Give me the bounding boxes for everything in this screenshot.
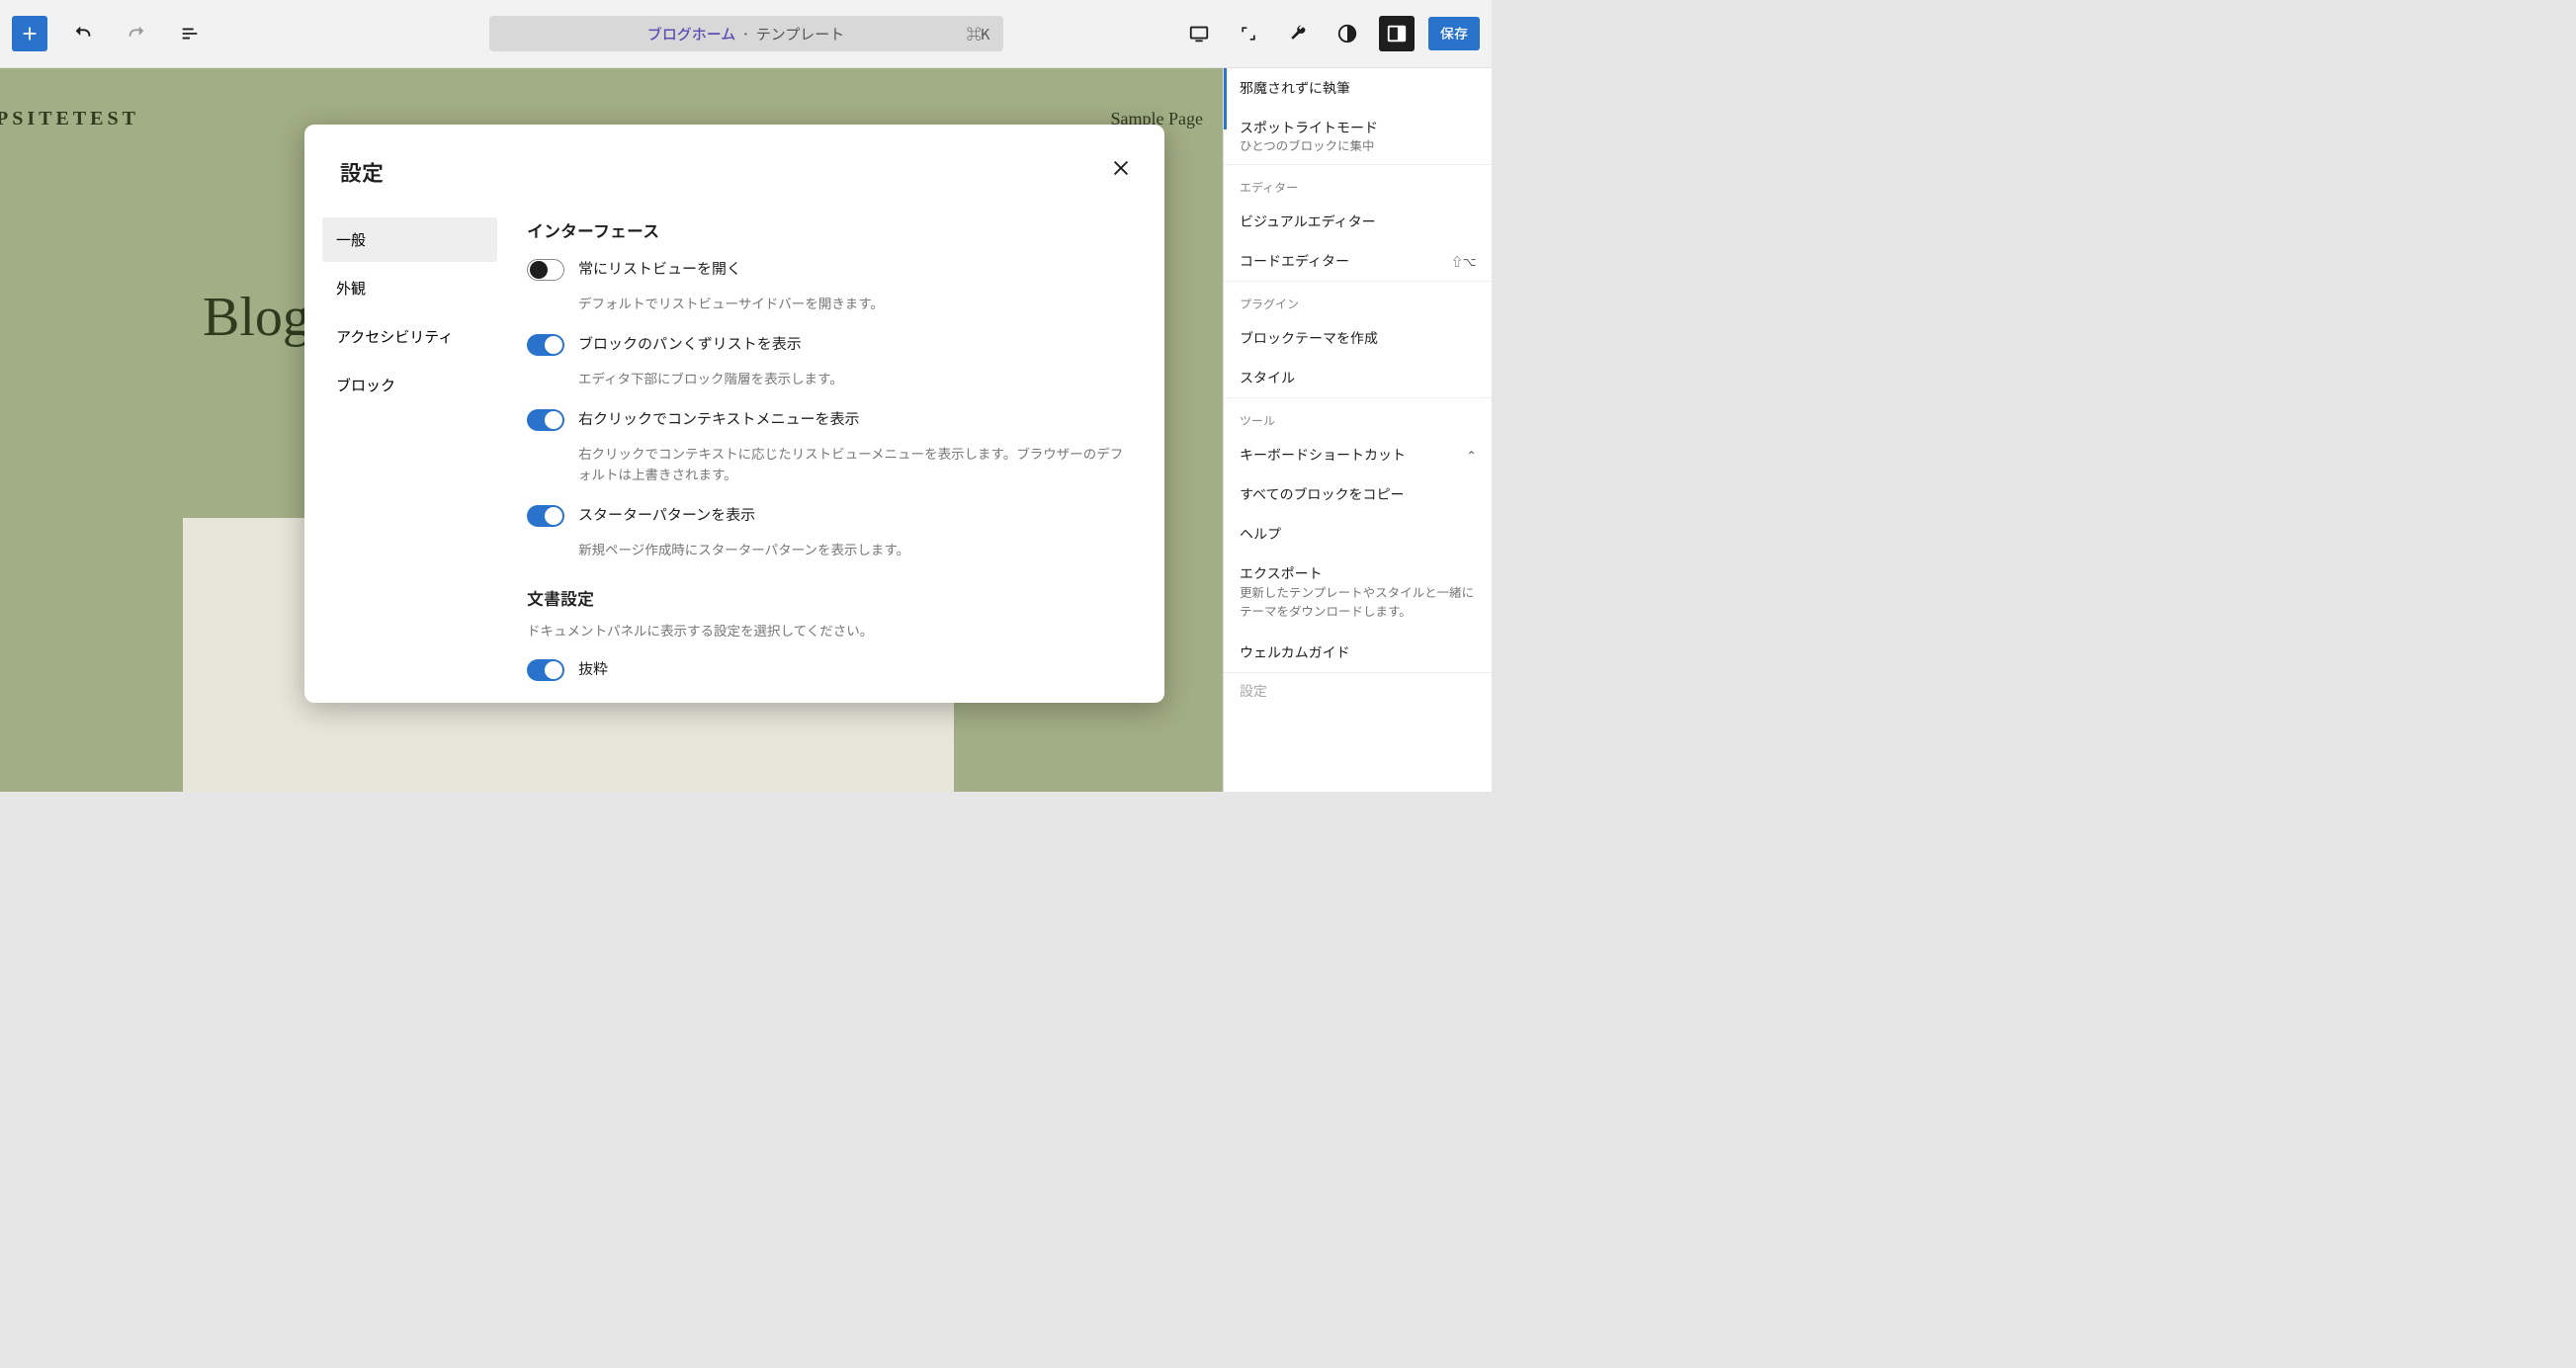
option-rightclick: 右クリックでコンテキストメニューを表示 [527, 408, 1129, 431]
menu-spotlight-sub: ひとつのブロックに集中 [1224, 135, 1492, 164]
menu-keyboard-shortcuts[interactable]: キーボードショートカット ⌃ [1224, 435, 1492, 474]
option-starter: スターターパターンを表示 [527, 504, 1129, 527]
toggle-excerpt[interactable] [527, 659, 564, 681]
section-plugin-label: プラグイン [1224, 281, 1492, 318]
option-listview: 常にリストビューを開く [527, 258, 1129, 281]
option-excerpt: 抜粋 [527, 658, 1129, 681]
site-title[interactable]: PSITETEST [0, 108, 139, 130]
undo-icon [72, 23, 94, 44]
menu-welcome-guide[interactable]: ウェルカムガイド [1224, 633, 1492, 672]
section-document: 文書設定 [527, 585, 1129, 610]
toggle-listview[interactable] [527, 259, 564, 281]
redo-icon [126, 23, 147, 44]
section-editor-label: エディター [1224, 164, 1492, 202]
contrast-icon [1336, 23, 1358, 44]
styles-button[interactable] [1330, 16, 1365, 51]
dialog-title: 設定 [340, 156, 384, 188]
document-type: テンプレート [756, 24, 845, 44]
page-heading[interactable]: Blog [203, 286, 310, 349]
topbar-right: 保存 [1181, 16, 1480, 51]
menu-style[interactable]: スタイル [1224, 358, 1492, 397]
listview-button[interactable] [172, 16, 208, 51]
document-title: ブログホーム · テンプレート [647, 24, 845, 44]
desc-breadcrumb: エディタ下部にブロック階層を表示します。 [578, 368, 1129, 388]
shortcut-keyboard: ⌃ [1466, 447, 1476, 464]
toggle-rightclick[interactable] [527, 409, 564, 431]
tools-button[interactable] [1280, 16, 1316, 51]
options-sidebar: 邪魔されずに執筆 スポットライトモード ひとつのブロックに集中 エディター ビジ… [1223, 68, 1492, 792]
document-bar[interactable]: ブログホーム · テンプレート ⌘K [489, 16, 1003, 51]
menu-code-editor[interactable]: コードエディター ⇧⌥ [1224, 241, 1492, 281]
desc-starter: 新規ページ作成時にスターターパターンを表示します。 [578, 539, 1129, 559]
label-excerpt: 抜粋 [578, 658, 608, 679]
undo-button[interactable] [65, 16, 101, 51]
label-rightclick: 右クリックでコンテキストメニューを表示 [578, 408, 860, 429]
preferences-dialog: 設定 一般 外観 アクセシビリティ ブロック インターフェース 常にリストビュー… [304, 125, 1164, 703]
section-interface: インターフェース [527, 217, 1129, 242]
option-breadcrumb: ブロックのパンくずリストを表示 [527, 333, 1129, 356]
shortcut-code-editor: ⇧⌥ [1451, 253, 1476, 270]
document-name: ブログホーム [647, 24, 736, 44]
dialog-tabs: 一般 外観 アクセシビリティ ブロック [304, 198, 497, 703]
tab-accessibility[interactable]: アクセシビリティ [322, 314, 497, 359]
menu-copy-all-blocks[interactable]: すべてのブロックをコピー [1224, 474, 1492, 514]
menu-export-desc: 更新したテンプレートやスタイルと一緒にテーマをダウンロードします。 [1224, 583, 1492, 633]
save-button[interactable]: 保存 [1428, 17, 1480, 50]
topbar-left [12, 16, 208, 51]
desc-listview: デフォルトでリストビューサイドバーを開きます。 [578, 293, 1129, 313]
wrench-icon [1288, 24, 1308, 43]
toggle-starter[interactable] [527, 505, 564, 527]
section-document-desc: ドキュメントパネルに表示する設定を選択してください。 [527, 620, 1129, 641]
expand-icon [1239, 24, 1258, 43]
view-button[interactable] [1181, 16, 1217, 51]
menu-visual-editor[interactable]: ビジュアルエディター [1224, 202, 1492, 241]
redo-button[interactable] [119, 16, 154, 51]
listview-icon [179, 23, 201, 44]
section-tool-label: ツール [1224, 397, 1492, 435]
sidebar-icon [1386, 23, 1408, 44]
plus-icon [19, 23, 41, 44]
close-icon [1110, 157, 1132, 179]
active-indicator [1224, 68, 1227, 129]
add-block-button[interactable] [12, 16, 47, 51]
tab-blocks[interactable]: ブロック [322, 363, 497, 407]
label-listview: 常にリストビューを開く [578, 258, 741, 279]
close-button[interactable] [1107, 154, 1135, 182]
dialog-body: インターフェース 常にリストビューを開く デフォルトでリストビューサイドバーを開… [497, 198, 1164, 703]
menu-create-block-theme[interactable]: ブロックテーマを作成 [1224, 318, 1492, 358]
topbar: ブログホーム · テンプレート ⌘K 保存 [0, 0, 1492, 68]
tab-appearance[interactable]: 外観 [322, 266, 497, 310]
desktop-icon [1188, 23, 1210, 44]
desc-rightclick: 右クリックでコンテキストに応じたリストビューメニューを表示します。ブラウザーのデ… [578, 443, 1129, 484]
tab-general[interactable]: 一般 [322, 217, 497, 262]
menu-settings-cut[interactable]: 設定 [1224, 673, 1492, 701]
toggle-breadcrumb[interactable] [527, 334, 564, 356]
settings-panel-button[interactable] [1379, 16, 1415, 51]
zoom-button[interactable] [1231, 16, 1266, 51]
menu-distraction-free[interactable]: 邪魔されずに執筆 [1224, 68, 1492, 108]
label-breadcrumb: ブロックのパンくずリストを表示 [578, 333, 802, 354]
label-starter: スターターパターンを表示 [578, 504, 755, 525]
command-shortcut: ⌘K [967, 24, 989, 44]
menu-help[interactable]: ヘルプ [1224, 514, 1492, 554]
